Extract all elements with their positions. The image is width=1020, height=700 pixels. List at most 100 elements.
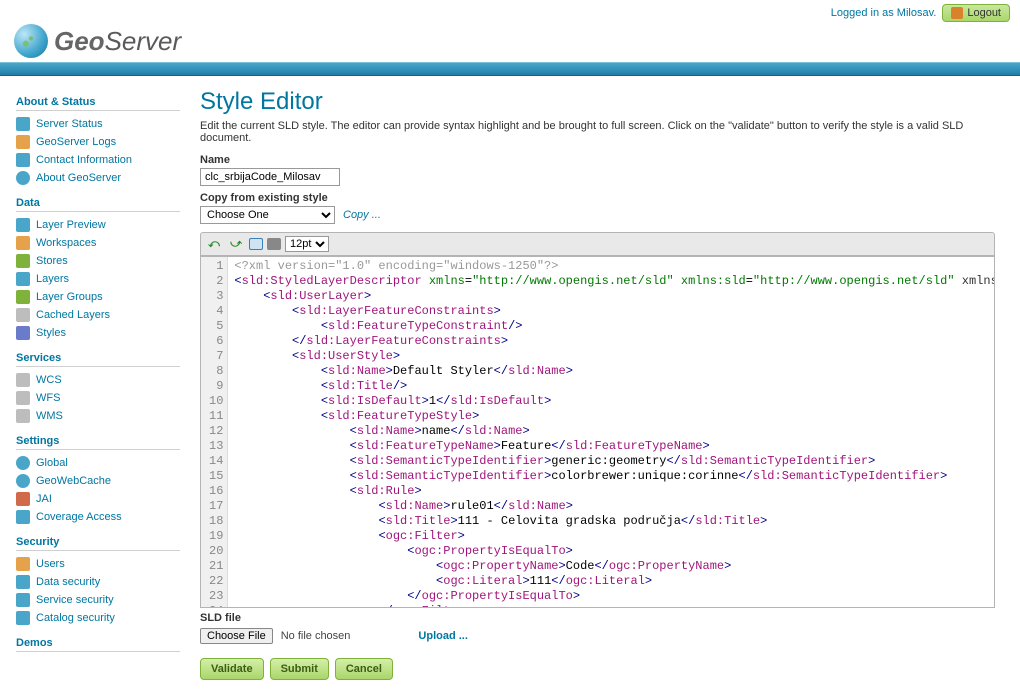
code-gutter: 1234567891011121314151617181920212223242…	[201, 257, 228, 607]
sidebar-item[interactable]: Layer Preview	[16, 216, 180, 234]
header-separator	[0, 62, 1020, 76]
service-security-icon	[16, 593, 30, 607]
sidebar-item-label[interactable]: GeoWebCache	[36, 475, 111, 487]
sidebar-item-label[interactable]: Contact Information	[36, 154, 132, 166]
sidebar-item-label[interactable]: Cached Layers	[36, 309, 110, 321]
sidebar-item[interactable]: Users	[16, 555, 180, 573]
code-lines[interactable]: <?xml version="1.0" encoding="windows-12…	[228, 257, 994, 607]
sidebar-group-title: About & Status	[16, 96, 180, 111]
copy-select[interactable]: Choose One	[200, 206, 335, 224]
sidebar-item-label[interactable]: JAI	[36, 493, 52, 505]
cancel-button[interactable]: Cancel	[335, 658, 393, 680]
sidebar-item-label[interactable]: Data security	[36, 576, 100, 588]
sidebar-item-label[interactable]: WCS	[36, 374, 62, 386]
sidebar-item[interactable]: Layer Groups	[16, 288, 180, 306]
sidebar-item-label[interactable]: Stores	[36, 255, 68, 267]
cached-layers-icon	[16, 308, 30, 322]
logout-icon	[951, 7, 963, 19]
sidebar-item[interactable]: Catalog security	[16, 609, 180, 627]
name-label: Name	[200, 154, 1004, 166]
sidebar-item-label[interactable]: Layers	[36, 273, 69, 285]
sidebar-group-title: Settings	[16, 435, 180, 450]
sidebar-group-title: Demos	[16, 637, 180, 652]
page-title: Style Editor	[200, 88, 1004, 116]
sidebar-item[interactable]: JAI	[16, 490, 180, 508]
undo-icon[interactable]: ⤺	[205, 235, 223, 253]
sidebar-item[interactable]: WFS	[16, 389, 180, 407]
gwc-icon	[16, 474, 30, 488]
submit-button[interactable]: Submit	[270, 658, 329, 680]
sidebar-group-title: Security	[16, 536, 180, 551]
sidebar-item[interactable]: Styles	[16, 324, 180, 342]
layer-preview-icon	[16, 218, 30, 232]
code-editor: 1234567891011121314151617181920212223242…	[200, 256, 995, 608]
sidebar-item[interactable]: GeoServer Logs	[16, 133, 180, 151]
redo-icon[interactable]: ⤻	[227, 235, 245, 253]
brand-logo: GeoServer	[0, 22, 1020, 62]
logged-in-text: Logged in as Milosav.	[831, 7, 937, 19]
upload-link[interactable]: Upload ...	[418, 630, 468, 642]
styles-icon	[16, 326, 30, 340]
format-icon[interactable]	[267, 238, 281, 250]
sidebar-item-label[interactable]: Users	[36, 558, 65, 570]
sidebar-item-label[interactable]: WFS	[36, 392, 60, 404]
sld-file-label: SLD file	[200, 612, 1004, 624]
sidebar-item[interactable]: Cached Layers	[16, 306, 180, 324]
logout-label: Logout	[967, 7, 1001, 19]
choose-file-button[interactable]: Choose File	[200, 628, 273, 644]
editor-toolbar: ⤺ ⤻ 12pt	[200, 232, 995, 256]
workspaces-icon	[16, 236, 30, 250]
layer-groups-icon	[16, 290, 30, 304]
globe-icon	[14, 24, 48, 58]
sidebar-item-label[interactable]: Global	[36, 457, 68, 469]
sidebar-item[interactable]: WMS	[16, 407, 180, 425]
sidebar-item[interactable]: Server Status	[16, 115, 180, 133]
wcs-icon	[16, 373, 30, 387]
fontsize-select[interactable]: 12pt	[285, 236, 329, 252]
no-file-text: No file chosen	[281, 630, 351, 642]
validate-button[interactable]: Validate	[200, 658, 264, 680]
sidebar-item[interactable]: WCS	[16, 371, 180, 389]
sidebar-item-label[interactable]: Service security	[36, 594, 114, 606]
sidebar-item-label[interactable]: Layer Groups	[36, 291, 103, 303]
logout-button[interactable]: Logout	[942, 4, 1010, 22]
sidebar-item[interactable]: Data security	[16, 573, 180, 591]
page-description: Edit the current SLD style. The editor c…	[200, 120, 1004, 144]
sidebar-group-title: Data	[16, 197, 180, 212]
sidebar-item-label[interactable]: WMS	[36, 410, 63, 422]
coverage-icon	[16, 510, 30, 524]
data-security-icon	[16, 575, 30, 589]
sidebar-item-label[interactable]: Workspaces	[36, 237, 96, 249]
wms-icon	[16, 409, 30, 423]
sidebar-item[interactable]: Contact Information	[16, 151, 180, 169]
about-icon	[16, 171, 30, 185]
copy-link[interactable]: Copy ...	[343, 209, 381, 221]
sidebar-item[interactable]: Coverage Access	[16, 508, 180, 526]
fullscreen-icon[interactable]	[249, 238, 263, 250]
sidebar: About & Status Server Status GeoServer Log…	[0, 76, 190, 700]
sidebar-item-label[interactable]: About GeoServer	[36, 172, 121, 184]
sidebar-item-label[interactable]: Server Status	[36, 118, 103, 130]
sidebar-item[interactable]: Layers	[16, 270, 180, 288]
global-icon	[16, 456, 30, 470]
sidebar-item[interactable]: Workspaces	[16, 234, 180, 252]
sidebar-item-label[interactable]: Layer Preview	[36, 219, 106, 231]
sidebar-item[interactable]: Global	[16, 454, 180, 472]
sidebar-item[interactable]: GeoWebCache	[16, 472, 180, 490]
code-editor-scroll[interactable]: 1234567891011121314151617181920212223242…	[201, 257, 994, 607]
jai-icon	[16, 492, 30, 506]
sidebar-item-label[interactable]: Coverage Access	[36, 511, 122, 523]
stores-icon	[16, 254, 30, 268]
sidebar-item[interactable]: Stores	[16, 252, 180, 270]
status-icon	[16, 117, 30, 131]
layers-icon	[16, 272, 30, 286]
copy-label: Copy from existing style	[200, 192, 1004, 204]
sidebar-item-label[interactable]: Styles	[36, 327, 66, 339]
sidebar-item-label[interactable]: Catalog security	[36, 612, 115, 624]
name-input[interactable]	[200, 168, 340, 186]
catalog-security-icon	[16, 611, 30, 625]
sidebar-item[interactable]: Service security	[16, 591, 180, 609]
sidebar-item[interactable]: About GeoServer	[16, 169, 180, 187]
sidebar-item-label[interactable]: GeoServer Logs	[36, 136, 116, 148]
wfs-icon	[16, 391, 30, 405]
